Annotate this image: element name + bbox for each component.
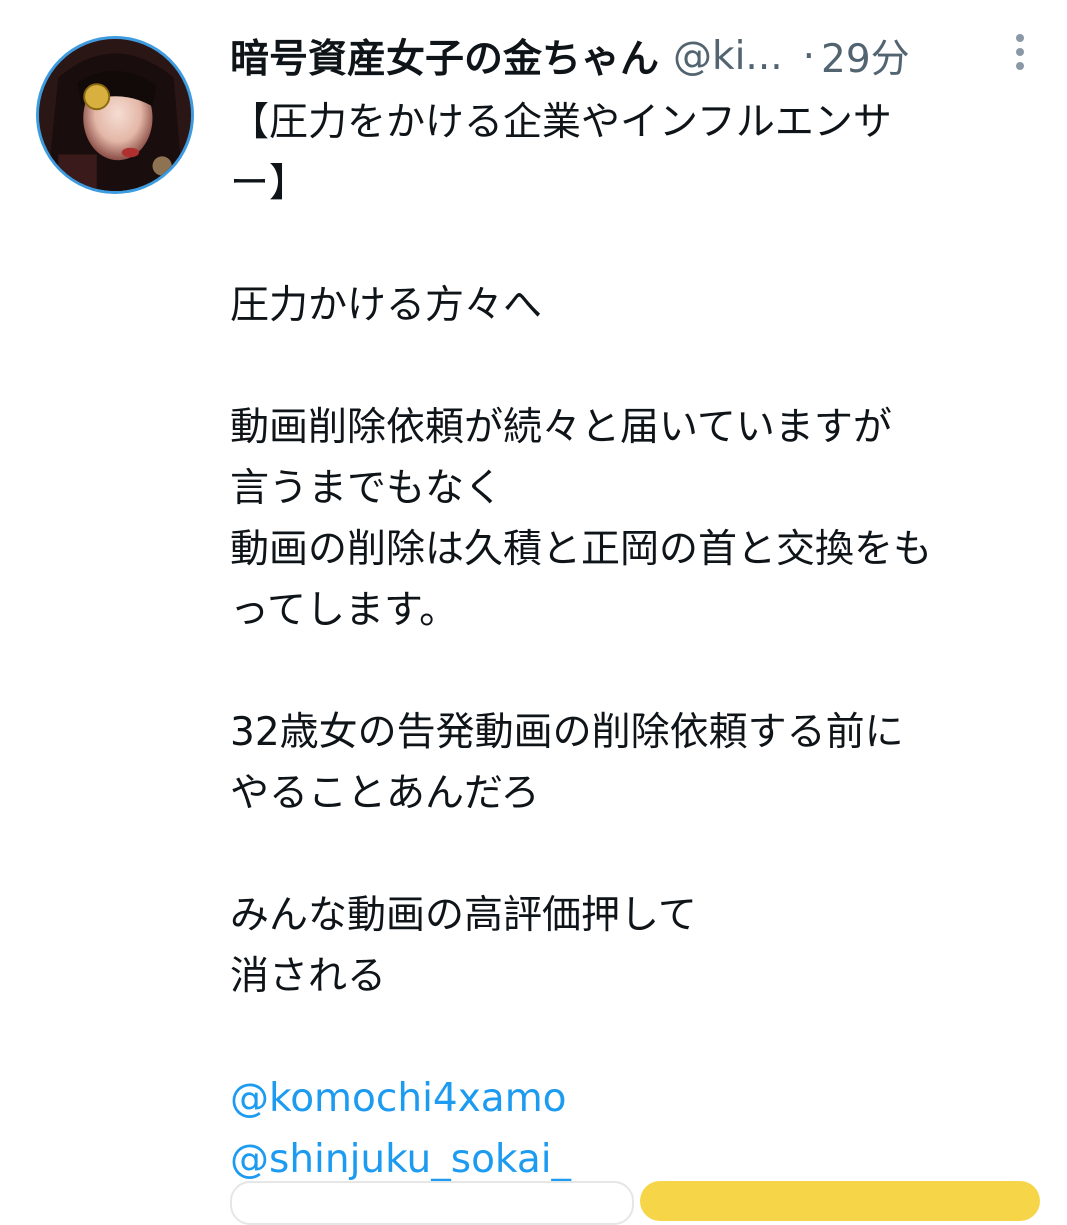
separator-dot: · bbox=[802, 33, 816, 79]
tweet-line: 動画の削除は久積と正岡の首と交換をも bbox=[230, 527, 933, 572]
timestamp[interactable]: 29分 bbox=[821, 28, 910, 84]
avatar-image bbox=[39, 39, 191, 191]
tweet-line bbox=[230, 214, 1045, 275]
tweet-line: 動画削除依頼が続々と届いていますが bbox=[230, 405, 892, 450]
media-card-right[interactable] bbox=[640, 1181, 1040, 1221]
tweet-line: 【圧力をかける企業やインフルエンサ bbox=[230, 100, 892, 145]
media-card-left[interactable] bbox=[230, 1181, 634, 1225]
tweet-line bbox=[230, 641, 1045, 702]
tweet-line: やることあんだろ bbox=[230, 771, 540, 816]
tweet-line bbox=[230, 336, 1045, 397]
avatar[interactable] bbox=[36, 36, 194, 194]
mention-link[interactable]: @komochi4xamo bbox=[230, 1068, 1045, 1129]
display-name[interactable]: 暗号資産女子の金ちゃん bbox=[230, 28, 659, 84]
tweet-line: 消される bbox=[230, 954, 387, 999]
tweet-line: みんな動画の高評価押して bbox=[230, 893, 697, 938]
tweet-line bbox=[230, 1007, 1045, 1068]
user-handle[interactable]: @ki... bbox=[673, 34, 783, 79]
tweet-line: 言うまでもなく bbox=[230, 466, 504, 511]
tweet-line bbox=[230, 824, 1045, 885]
tweet-line: ってします。 bbox=[230, 588, 459, 633]
tweet-header: 暗号資産女子の金ちゃん @ki... · 29分 bbox=[230, 26, 1030, 86]
tweet-line: 32歳女の告発動画の削除依頼する前に bbox=[230, 710, 904, 755]
tweet-text: 【圧力をかける企業やインフルエンサ ー】 圧力かける方々へ 動画削除依頼が続々と… bbox=[230, 92, 1045, 1190]
tweet-line: 圧力かける方々へ bbox=[230, 283, 543, 328]
more-vertical-icon[interactable] bbox=[1010, 30, 1030, 74]
tweet-line: ー】 bbox=[230, 161, 309, 206]
